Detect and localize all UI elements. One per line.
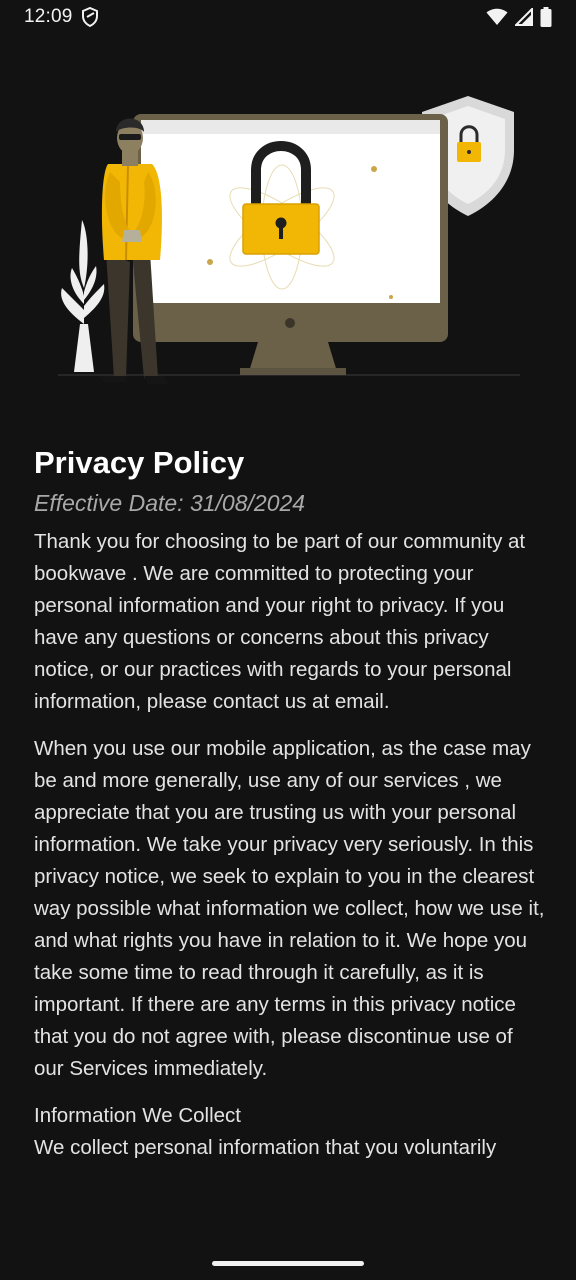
- battery-icon: [540, 7, 552, 27]
- plant: [61, 220, 105, 372]
- page-title: Privacy Policy: [34, 445, 245, 480]
- effective-date: Effective Date: 31/08/2024: [34, 490, 306, 516]
- section-heading-information-we-collect: Information We Collect: [34, 1104, 241, 1127]
- cellular-signal-icon: [515, 8, 533, 26]
- privacy-shield-icon: [81, 7, 99, 27]
- section-text-information-we-collect: We collect personal information that you…: [34, 1136, 497, 1159]
- status-time: 12:09: [24, 6, 73, 27]
- wifi-icon: [486, 8, 508, 26]
- policy-paragraph-trust: When you use our mobile application, as …: [34, 737, 545, 1080]
- status-left: 12:09: [24, 6, 99, 28]
- policy-content: Privacy Policy Effective Date: 31/08/202…: [34, 440, 546, 1164]
- policy-paragraph-intro: Thank you for choosing to be part of our…: [34, 530, 526, 713]
- status-bar: 12:09: [0, 0, 576, 34]
- home-indicator[interactable]: [212, 1261, 364, 1266]
- privacy-illustration: [48, 92, 528, 392]
- status-right: [486, 7, 552, 27]
